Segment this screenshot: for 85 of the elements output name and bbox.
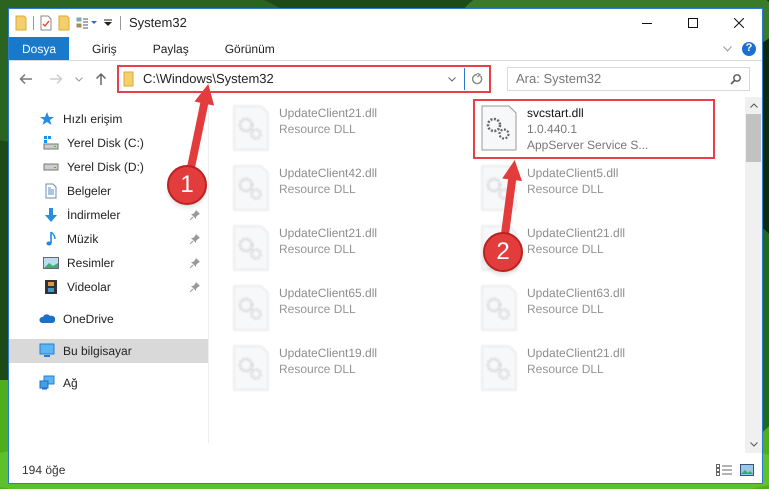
file-detail: Resource DLL [527,361,605,377]
dll-file-icon [233,345,269,391]
document-icon [43,183,59,199]
chevron-down-icon[interactable] [723,46,732,52]
sidebar-item[interactable]: OneDrive [9,307,122,331]
folder-icon[interactable] [15,15,27,31]
drive-icon [43,135,59,151]
close-icon [734,18,744,28]
refresh-icon[interactable] [471,73,483,85]
details-view-icon[interactable] [716,464,732,476]
drive-icon [43,163,59,171]
properties-icon[interactable] [76,17,98,29]
file-detail: Resource DLL [527,241,605,257]
file-name: UpdateClient19.dll [279,345,378,361]
pin-icon[interactable] [190,234,200,244]
dll-file-icon [481,345,517,391]
sidebar-item[interactable]: Resimler [9,251,208,275]
file-name: UpdateClient21.dll [279,105,378,121]
file-name: UpdateClient42.dll [279,165,378,181]
picture-icon [43,255,59,271]
up-arrow-icon[interactable] [95,72,107,86]
file-name: UpdateClient21.dll [527,345,626,361]
file-name: UpdateClient65.dll [279,285,378,301]
customize-arrow-icon[interactable] [104,19,112,27]
back-arrow-icon[interactable] [19,73,33,85]
address-bar[interactable]: C:\Windows\System32 [117,65,491,93]
checklist-icon[interactable] [40,15,52,31]
dll-file-icon [233,225,269,271]
sidebar-item[interactable]: Bu bilgisayar [9,339,208,363]
film-icon [43,279,59,295]
scroll-down-icon[interactable] [750,442,758,447]
pin-icon[interactable] [190,282,200,292]
sidebar-item[interactable]: İndirmeler [9,203,208,227]
scrollbar[interactable] [745,97,762,453]
sidebar-item[interactable]: Yerel Disk (C:) [9,131,152,155]
dll-file-icon [233,285,269,331]
maximize-icon [688,18,698,28]
pin-icon[interactable] [190,258,200,268]
file-name: UpdateClient21.dll [279,225,378,241]
chevron-down-icon[interactable] [75,76,83,82]
dll-file-icon [233,165,269,211]
file-name: svcstart.dll [527,105,585,121]
file-detail: Resource DLL [279,181,357,197]
item-count: 194 öğe [22,462,66,479]
ribbon-tab[interactable]: Paylaş [140,37,202,60]
ribbon-tab[interactable]: Giriş [79,37,130,60]
search-field[interactable]: Ara: System32 [507,66,750,91]
file-detail: Resource DLL [279,361,357,377]
file-detail: AppServer Service S... [527,137,648,153]
large-icons-view-icon[interactable] [740,464,754,476]
ribbon-tab[interactable]: Görünüm [212,37,288,60]
sidebar-item[interactable]: Hızlı erişim [9,107,130,131]
dll-file-icon [481,105,517,151]
star-icon [39,111,55,127]
sidebar-item[interactable]: Ağ [9,371,86,395]
sidebar-item[interactable]: Müzik [9,227,208,251]
scroll-thumb[interactable] [746,114,761,162]
sidebar-item[interactable]: Yerel Disk (D:) [9,155,152,179]
download-arrow-icon [43,207,59,223]
sidebar-item[interactable]: Belgeler [9,179,120,203]
file-detail: Resource DLL [279,301,357,317]
file-detail: Resource DLL [279,241,357,257]
pin-icon[interactable] [190,210,200,220]
minimize-icon [642,22,652,24]
folder-icon[interactable] [58,15,70,31]
ribbon-tab[interactable]: Dosya [9,37,70,60]
file-name: UpdateClient5.dll [527,165,618,181]
help-button[interactable]: ? [742,42,756,56]
dll-file-icon [481,285,517,331]
chevron-down-icon[interactable] [448,76,456,82]
sidebar-item[interactable]: Videolar [9,275,208,299]
file-detail: Resource DLL [279,121,357,137]
search-icon [730,74,741,85]
window-title: System32 [129,14,187,32]
network-icon [39,375,55,391]
file-name: UpdateClient21.dll [527,225,626,241]
dll-file-icon [233,105,269,151]
highlighted-file-item[interactable]: svcstart.dll 1.0.440.1 AppServer Service S... [475,101,713,157]
file-detail: Resource DLL [527,181,605,197]
scroll-up-icon[interactable] [750,103,758,108]
file-name: UpdateClient63.dll [527,285,626,301]
address-path: C:\Windows\System32 [143,70,274,88]
monitor-icon [39,343,55,359]
file-detail: Resource DLL [527,301,605,317]
file-detail: 1.0.440.1 [527,121,578,137]
